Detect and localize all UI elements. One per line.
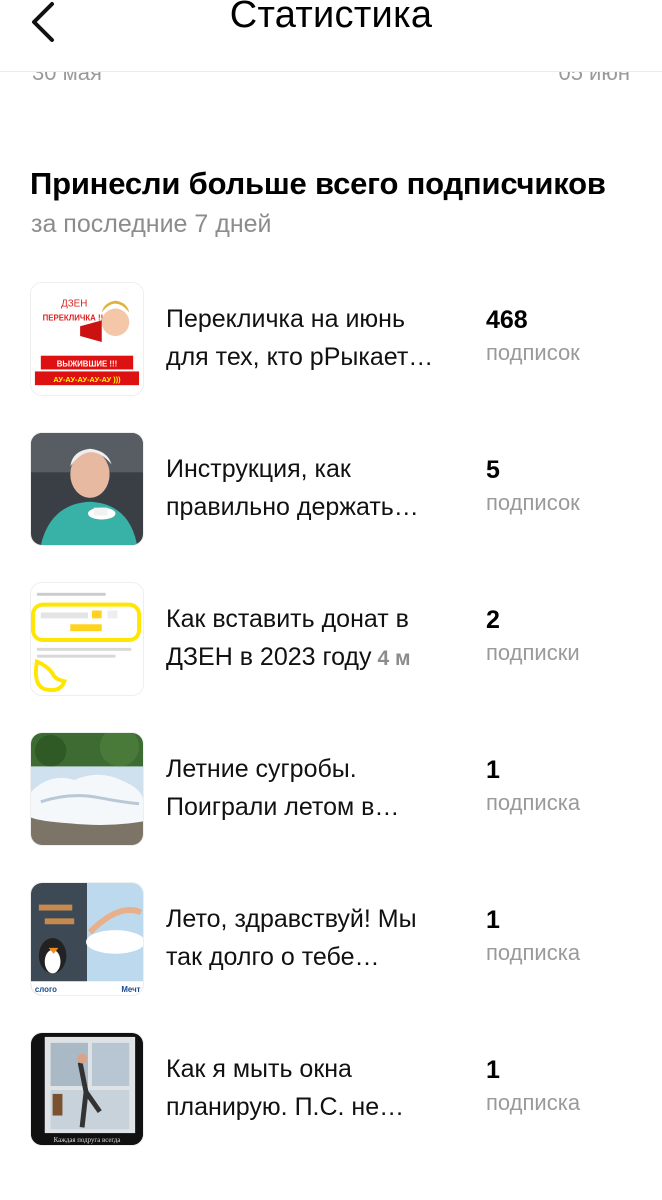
thumb-caption: слого bbox=[35, 985, 57, 994]
thumb-caption: ДЗЕН bbox=[61, 299, 87, 310]
section-title: Принесли больше всего подписчиков bbox=[30, 166, 606, 201]
article-title: Летние сугробы. Поиграли летом в… bbox=[166, 750, 456, 826]
article-row[interactable]: Как вставить донат в ДЗЕН в 2023 году 4 м… bbox=[0, 582, 662, 696]
article-row[interactable]: Инструкция, как правильно держать… 5 под… bbox=[0, 432, 662, 546]
thumb-caption: ПЕРЕКЛИЧКА !!! bbox=[43, 313, 106, 322]
page-title: Статистика bbox=[229, 0, 433, 36]
axis-end-date: 05 июн bbox=[558, 72, 630, 85]
axis-start-date: 30 мая bbox=[32, 72, 102, 85]
subscriber-count: 468 bbox=[486, 306, 528, 334]
subscriber-unit: подписка bbox=[486, 940, 581, 965]
article-title-line: Инструкция, как bbox=[166, 455, 351, 483]
subscriber-count: 1 bbox=[486, 756, 500, 784]
thumb-caption: ВЫЖИВШИЕ !!! bbox=[57, 360, 118, 369]
article-title-line: Поиграли летом в… bbox=[166, 793, 400, 821]
article-title-line: правильно держать… bbox=[166, 493, 419, 521]
article-title-line: так долго о тебе… bbox=[166, 943, 380, 971]
subscriber-count: 5 bbox=[486, 456, 500, 484]
article-title-line: Перекличка на июнь bbox=[166, 305, 406, 333]
chart-date-axis: 30 мая 05 июн bbox=[0, 72, 662, 94]
article-row[interactable]: ДЗЕН ПЕРЕКЛИЧКА !!! ВЫЖИВШИЕ !!! АУ-АУ-А… bbox=[0, 282, 662, 396]
article-thumbnail: ДЗЕН ПЕРЕКЛИЧКА !!! ВЫЖИВШИЕ !!! АУ-АУ-А… bbox=[30, 282, 144, 396]
subscriber-count: 1 bbox=[486, 906, 500, 934]
article-title-line: Как вставить донат в bbox=[166, 605, 409, 633]
article-title: Перекличка на июнь для тех, кто рРыкает… bbox=[166, 300, 456, 376]
article-title-line: ДЗЕН в 2023 году bbox=[166, 643, 372, 671]
article-title: Как вставить донат в ДЗЕН в 2023 году 4 м bbox=[166, 600, 456, 678]
subscriber-count: 2 bbox=[486, 606, 500, 634]
subscriber-unit: подписки bbox=[486, 640, 580, 665]
subscriber-count: 1 bbox=[486, 1056, 500, 1084]
subscriber-unit: подписок bbox=[486, 340, 580, 365]
article-title: Лето, здравствуй! Мы так долго о тебе… bbox=[166, 900, 456, 976]
article-thumbnail bbox=[30, 432, 144, 546]
article-title-line: Как я мыть окна bbox=[166, 1055, 352, 1083]
article-title-line: Летние сугробы. bbox=[166, 755, 357, 783]
article-age: 4 м bbox=[377, 647, 411, 670]
article-title: Инструкция, как правильно держать… bbox=[166, 450, 456, 526]
article-thumbnail bbox=[30, 582, 144, 696]
thumb-caption: АУ-АУ-АУ-АУ-АУ ))) bbox=[53, 375, 121, 384]
article-row[interactable]: Летние сугробы. Поиграли летом в… 1 подп… bbox=[0, 732, 662, 846]
subscriber-unit: подписок bbox=[486, 490, 580, 515]
subscriber-unit: подписка bbox=[486, 1090, 581, 1115]
subscriber-unit: подписка bbox=[486, 790, 581, 815]
article-thumbnail: Каждая подруга всегда bbox=[30, 1032, 144, 1146]
article-row[interactable]: Каждая подруга всегда Как я мыть окна пл… bbox=[0, 1032, 662, 1146]
article-thumbnail: слого Мечт bbox=[30, 882, 144, 996]
thumb-caption: Каждая подруга всегда bbox=[54, 1137, 121, 1144]
article-title-line: Лето, здравствуй! Мы bbox=[166, 905, 417, 933]
top-bar: Статистика bbox=[0, 0, 662, 72]
section-subtitle: за последние 7 дней bbox=[31, 210, 272, 238]
thumb-caption: Мечт bbox=[121, 985, 140, 994]
article-title-line: для тех, кто рРыкает… bbox=[166, 343, 434, 371]
article-title-line: планирую. П.С. не… bbox=[166, 1093, 405, 1121]
article-row[interactable]: слого Мечт Лето, здравствуй! Мы так долг… bbox=[0, 882, 662, 996]
article-title: Как я мыть окна планирую. П.С. не… bbox=[166, 1050, 456, 1126]
article-thumbnail bbox=[30, 732, 144, 846]
